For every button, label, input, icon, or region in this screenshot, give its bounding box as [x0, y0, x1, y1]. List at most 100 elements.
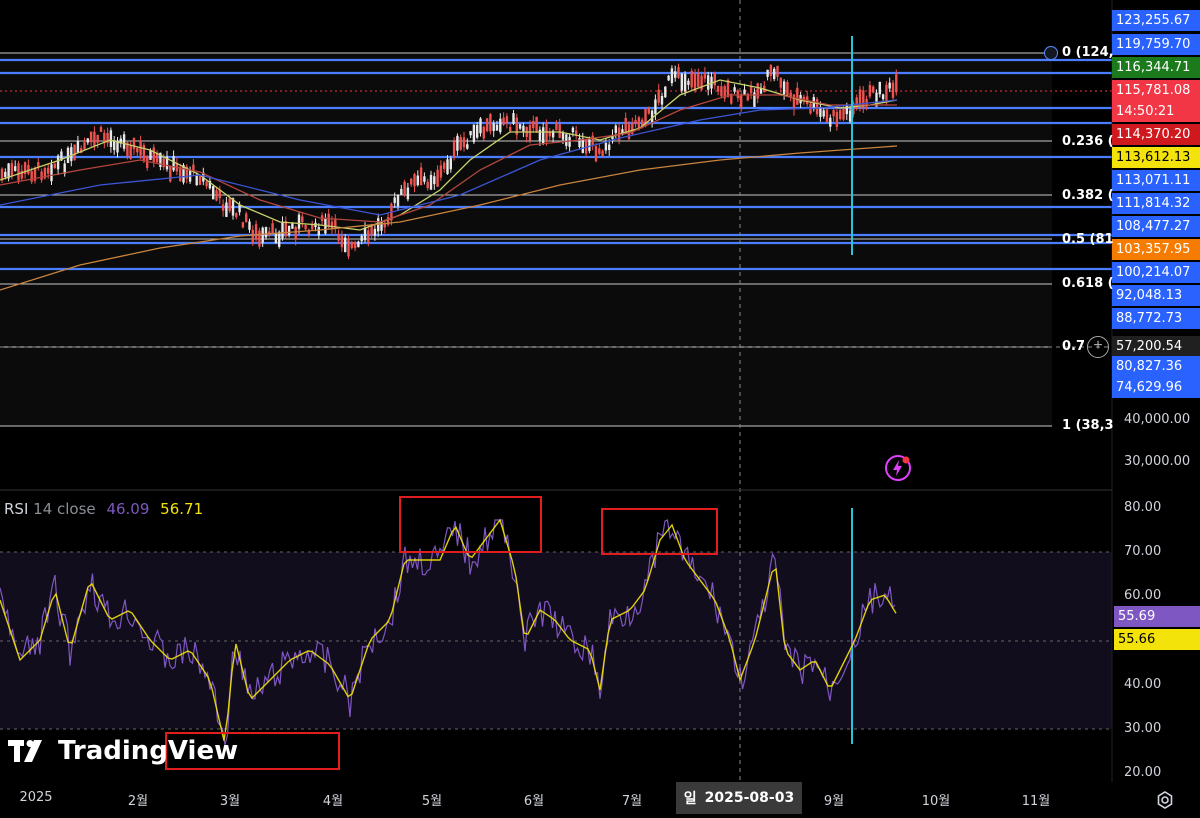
candle-body: [7, 163, 10, 179]
candle-body: [657, 89, 660, 103]
candle-body: [674, 71, 677, 78]
lightning-alert-icon[interactable]: [884, 454, 912, 482]
candle-body: [815, 99, 819, 115]
candle-body: [254, 224, 258, 240]
candle-body: [881, 94, 885, 100]
candle-body: [782, 81, 786, 95]
rsi-ma-value: 56.71: [160, 500, 204, 518]
candle-body: [317, 227, 320, 236]
logo-text: TradingView: [58, 736, 239, 766]
candle-body: [109, 130, 113, 147]
price-axis-40000: 40,000.00: [1124, 412, 1191, 427]
rsi-value: 46.09: [106, 500, 150, 518]
candle-body: [50, 164, 53, 182]
candle-body: [27, 164, 30, 174]
price-pane: [0, 0, 1052, 426]
price-tag-sma-price: 114,370.20: [1112, 124, 1200, 145]
rsi-name: RSI: [4, 500, 29, 518]
price-tag-fib-price-0: 123,255.67: [1112, 10, 1200, 31]
candle-body: [344, 237, 347, 253]
price-tag-fib-price-level-b: 88,772.73: [1112, 308, 1200, 329]
candle-body: [198, 176, 202, 185]
candle-body: [225, 202, 228, 217]
candle-body: [132, 137, 136, 150]
candle-body: [294, 226, 297, 240]
candle-body: [713, 72, 716, 86]
rsi-axis-label: 30.00: [1124, 721, 1162, 736]
price-tag-fib-price-0618: 92,048.13: [1112, 285, 1200, 306]
candle-body: [433, 176, 436, 185]
candle-body: [588, 139, 591, 152]
candle-body: [581, 138, 584, 153]
price-tag-fib-price-2: 119,759.70: [1112, 34, 1200, 55]
candle-body: [66, 147, 70, 163]
fib-level-1: 1 (38,3: [1062, 418, 1114, 433]
candle-body: [518, 124, 522, 129]
candle-body: [664, 86, 667, 98]
price-tag-fib-price-level: 111,814.32: [1112, 193, 1200, 214]
candle-body: [528, 124, 532, 141]
time-axis-month: 3월: [219, 794, 241, 809]
candle-body: [93, 131, 96, 147]
rsi-axis-label: 60.00: [1124, 588, 1162, 603]
candle-body: [786, 82, 789, 96]
candle-body: [353, 242, 357, 249]
candle-body: [419, 167, 423, 186]
candle-body: [86, 138, 89, 143]
candle-body: [327, 213, 330, 228]
candle-body: [743, 89, 746, 95]
candle-body: [703, 72, 707, 79]
chart-canvas[interactable]: [0, 0, 1200, 818]
candle-body: [555, 123, 558, 131]
candle-body: [482, 126, 485, 139]
price-tag-fib-price-0236: 113,071.11: [1112, 170, 1200, 191]
candle-body: [10, 163, 14, 177]
candle-body: [561, 132, 565, 140]
candle-body: [40, 171, 43, 181]
candle-body: [429, 174, 433, 190]
candle-body: [195, 174, 198, 186]
candle-body: [766, 69, 769, 77]
candle-body: [842, 107, 845, 120]
candle-body: [410, 178, 413, 185]
candle-body: [469, 131, 472, 136]
fib-anchor-handle[interactable]: [1044, 46, 1058, 60]
candle-body: [479, 118, 482, 134]
candle-body: [660, 95, 664, 105]
tradingview-logo[interactable]: TradingView: [8, 736, 238, 766]
candle-body: [647, 106, 650, 114]
candle-body: [538, 129, 542, 141]
candle-body: [53, 163, 56, 168]
settings-gear-icon[interactable]: [1155, 790, 1175, 810]
candle-body: [179, 167, 182, 182]
candle-body: [56, 155, 60, 170]
candle-body: [241, 222, 245, 228]
time-axis-month: 10월: [921, 794, 951, 809]
candle-body: [677, 67, 680, 78]
candle-body: [598, 148, 601, 154]
candle-body: [769, 65, 773, 77]
candle-body: [819, 107, 822, 117]
candle-body: [499, 118, 502, 133]
candle-body: [169, 166, 172, 182]
candle-body: [122, 134, 126, 149]
candle-body: [340, 235, 344, 248]
candle-body: [839, 109, 842, 120]
add-plus-icon[interactable]: +: [1087, 336, 1109, 358]
candle-body: [542, 127, 545, 144]
rsi-ma-tag: 55.66: [1114, 629, 1200, 650]
candle-body: [350, 242, 353, 249]
candle-body: [70, 147, 73, 162]
candle-body: [690, 70, 693, 88]
candle-body: [99, 127, 103, 132]
candle-body: [532, 120, 535, 129]
price-tag-ma-orange-price: 103,357.95: [1112, 239, 1200, 260]
candle-body: [512, 113, 515, 124]
candle-body: [426, 181, 429, 189]
candle-body: [872, 86, 875, 93]
fib-level-0: 0 (124,: [1062, 45, 1114, 60]
candle-body: [291, 223, 294, 229]
price-axis-30000: 30,000.00: [1124, 454, 1191, 469]
candle-body: [776, 65, 779, 77]
candle-body: [248, 221, 251, 230]
